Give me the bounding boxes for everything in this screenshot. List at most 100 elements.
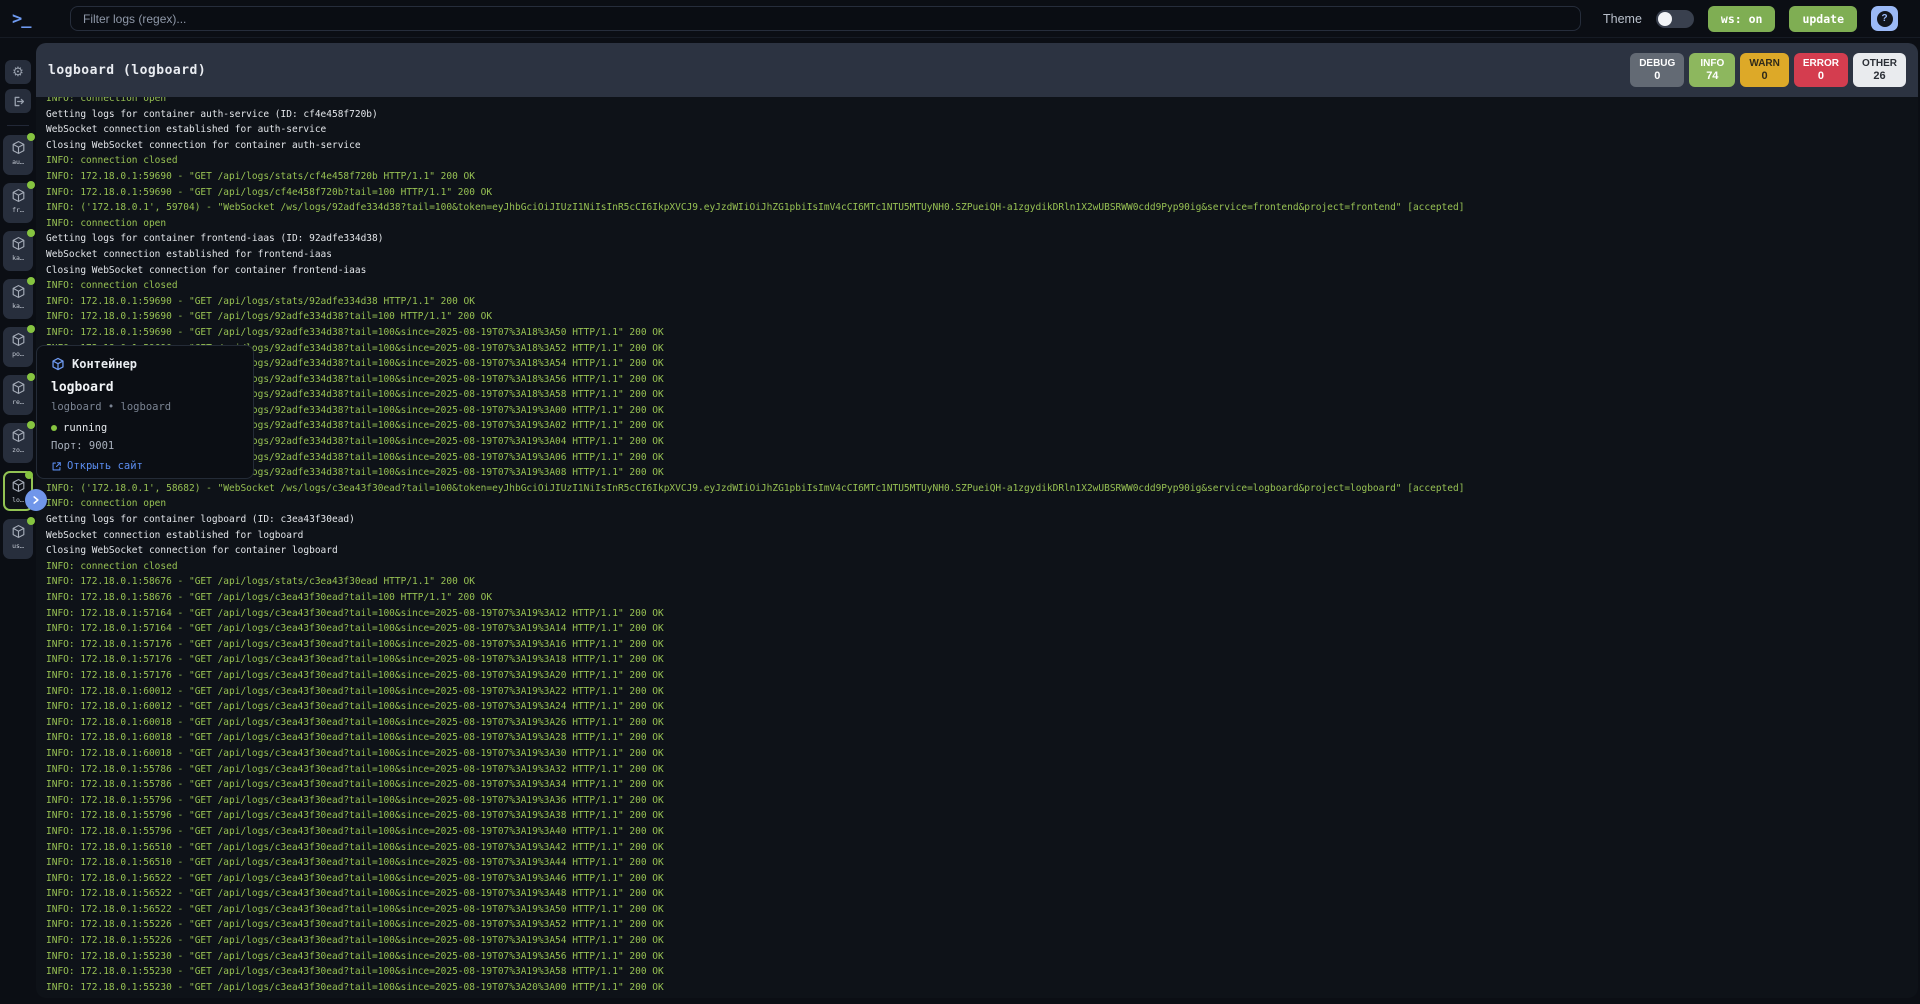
websocket-status-button[interactable]: ws: on — [1708, 6, 1776, 32]
container-cube-icon — [11, 428, 26, 443]
log-line: Closing WebSocket connection for contain… — [46, 263, 1908, 279]
log-line: INFO: 172.18.0.1:55796 - "GET /api/logs/… — [46, 808, 1908, 824]
sidebar-container-zo[interactable]: zo… — [3, 423, 33, 463]
log-line: WebSocket connection established for aut… — [46, 122, 1908, 138]
container-tile-label: ka… — [12, 254, 24, 262]
container-port: Порт: 9001 — [51, 440, 239, 452]
log-line: INFO: 172.18.0.1:55230 - "GET /api/logs/… — [46, 980, 1908, 996]
container-cube-icon — [11, 380, 26, 395]
online-status-dot — [27, 421, 35, 429]
log-line: INFO: 172.18.0.1:55230 - "GET /api/logs/… — [46, 964, 1908, 980]
container-cube-icon — [11, 478, 26, 493]
container-tooltip: Контейнер logboard logboard • logboard r… — [36, 345, 254, 479]
gear-icon: ⚙ — [12, 64, 24, 80]
container-cube-icon — [11, 140, 26, 155]
sidebar-expand-button[interactable] — [25, 489, 47, 511]
log-line: INFO: 172.18.0.1:56522 - "GET /api/logs/… — [46, 886, 1908, 902]
log-line: INFO: 172.18.0.1:55230 - "GET /api/logs/… — [46, 949, 1908, 965]
log-line: INFO: 172.18.0.1:55796 - "GET /api/logs/… — [46, 824, 1908, 840]
sidebar-container-ka[interactable]: ka… — [3, 231, 33, 271]
level-badge-debug[interactable]: DEBUG0 — [1630, 53, 1684, 87]
log-line: INFO: 172.18.0.1:56522 - "GET /api/logs/… — [46, 871, 1908, 887]
online-status-dot — [27, 325, 35, 333]
badge-count: 0 — [1803, 70, 1839, 83]
logout-button[interactable] — [5, 89, 31, 113]
settings-button[interactable]: ⚙ — [5, 60, 31, 84]
online-status-dot — [27, 517, 35, 525]
badge-label: OTHER — [1862, 57, 1897, 70]
log-line: INFO: 172.18.0.1:59690 - "GET /api/logs/… — [46, 356, 1908, 372]
status-text: running — [63, 422, 107, 434]
chevron-right-icon — [31, 495, 41, 505]
sidebar-container-au[interactable]: au… — [3, 135, 33, 175]
log-line: INFO: 172.18.0.1:59690 - "GET /api/logs/… — [46, 465, 1908, 481]
log-line: INFO: connection closed — [46, 153, 1908, 169]
log-line: INFO: connection closed — [46, 559, 1908, 575]
log-line: INFO: connection open — [46, 216, 1908, 232]
log-line: Getting logs for container frontend-iaas… — [46, 231, 1908, 247]
container-cube-icon — [51, 357, 65, 371]
container-cube-icon — [11, 284, 26, 299]
sidebar-container-us[interactable]: us… — [3, 519, 33, 559]
log-panel-header: logboard (logboard) DEBUG0INFO74WARN0ERR… — [36, 43, 1918, 97]
badge-count: 0 — [1639, 70, 1675, 83]
log-line: INFO: 172.18.0.1:60018 - "GET /api/logs/… — [46, 746, 1908, 762]
terminal-logo-icon: >_ — [12, 9, 56, 29]
log-line: INFO: 172.18.0.1:59690 - "GET /api/logs/… — [46, 294, 1908, 310]
container-cube-icon — [11, 188, 26, 203]
badge-label: ERROR — [1803, 57, 1839, 70]
log-line: Closing WebSocket connection for contain… — [46, 543, 1908, 559]
log-line: INFO: 172.18.0.1:60012 - "GET /api/logs/… — [46, 684, 1908, 700]
log-line: INFO: 172.18.0.1:59690 - "GET /api/logs/… — [46, 434, 1908, 450]
log-line: INFO: 172.18.0.1:59690 - "GET /api/logs/… — [46, 341, 1908, 357]
badge-count: 0 — [1749, 70, 1780, 83]
container-tile-label: au… — [12, 158, 24, 166]
log-line: INFO: 172.18.0.1:55786 - "GET /api/logs/… — [46, 777, 1908, 793]
question-mark-icon: ? — [1877, 11, 1893, 27]
tooltip-header-label: Контейнер — [72, 357, 137, 371]
online-status-dot — [27, 133, 35, 141]
badge-count: 74 — [1698, 70, 1726, 83]
level-badge-warn[interactable]: WARN0 — [1740, 53, 1789, 87]
topbar: >_ Theme ws: on update ? — [0, 0, 1920, 38]
container-cube-icon — [11, 524, 26, 539]
update-button[interactable]: update — [1789, 6, 1857, 32]
container-tile-label: lo… — [12, 496, 24, 504]
log-line: INFO: 172.18.0.1:59690 - "GET /api/logs/… — [46, 387, 1908, 403]
sidebar-container-re[interactable]: re… — [3, 375, 33, 415]
filter-logs-input[interactable] — [70, 6, 1581, 31]
log-line: INFO: 172.18.0.1:58676 - "GET /api/logs/… — [46, 590, 1908, 606]
log-line: WebSocket connection established for fro… — [46, 247, 1908, 263]
sidebar-container-po[interactable]: po… — [3, 327, 33, 367]
log-line: INFO: 172.18.0.1:57176 - "GET /api/logs/… — [46, 637, 1908, 653]
level-badge-error[interactable]: ERROR0 — [1794, 53, 1848, 87]
container-subtitle: logboard • logboard — [51, 401, 239, 413]
page-title: logboard (logboard) — [48, 63, 206, 78]
log-area[interactable]: INFO: connection openGetting logs for co… — [36, 97, 1918, 998]
container-tile-label: po… — [12, 350, 24, 358]
badge-label: INFO — [1698, 57, 1726, 70]
log-panel: logboard (logboard) DEBUG0INFO74WARN0ERR… — [36, 43, 1918, 998]
log-line: INFO: ('172.18.0.1', 59704) - "WebSocket… — [46, 200, 1908, 216]
container-status: running — [51, 422, 239, 434]
log-line: INFO: ('172.18.0.1', 58682) - "WebSocket… — [46, 481, 1908, 497]
log-lines: INFO: connection openGetting logs for co… — [46, 97, 1908, 995]
log-line: INFO: 172.18.0.1:55226 - "GET /api/logs/… — [46, 917, 1908, 933]
log-line: INFO: 172.18.0.1:55226 - "GET /api/logs/… — [46, 933, 1908, 949]
log-line: INFO: connection open — [46, 496, 1908, 512]
theme-label: Theme — [1603, 12, 1642, 26]
help-button[interactable]: ? — [1871, 6, 1898, 31]
sidebar-container-ka[interactable]: ka… — [3, 279, 33, 319]
open-site-link[interactable]: Открыть сайт — [51, 460, 239, 472]
sidebar-container-fr[interactable]: fr… — [3, 183, 33, 223]
container-tile-label: zo… — [12, 446, 24, 454]
level-badge-info[interactable]: INFO74 — [1689, 53, 1735, 87]
online-status-dot — [27, 373, 35, 381]
log-line: INFO: 172.18.0.1:59690 - "GET /api/logs/… — [46, 325, 1908, 341]
online-status-dot — [27, 229, 35, 237]
level-badge-other[interactable]: OTHER26 — [1853, 53, 1906, 87]
log-line: INFO: 172.18.0.1:59690 - "GET /api/logs/… — [46, 403, 1908, 419]
theme-toggle[interactable] — [1656, 10, 1694, 28]
theme-toggle-knob — [1658, 12, 1672, 26]
logout-icon — [12, 95, 25, 108]
